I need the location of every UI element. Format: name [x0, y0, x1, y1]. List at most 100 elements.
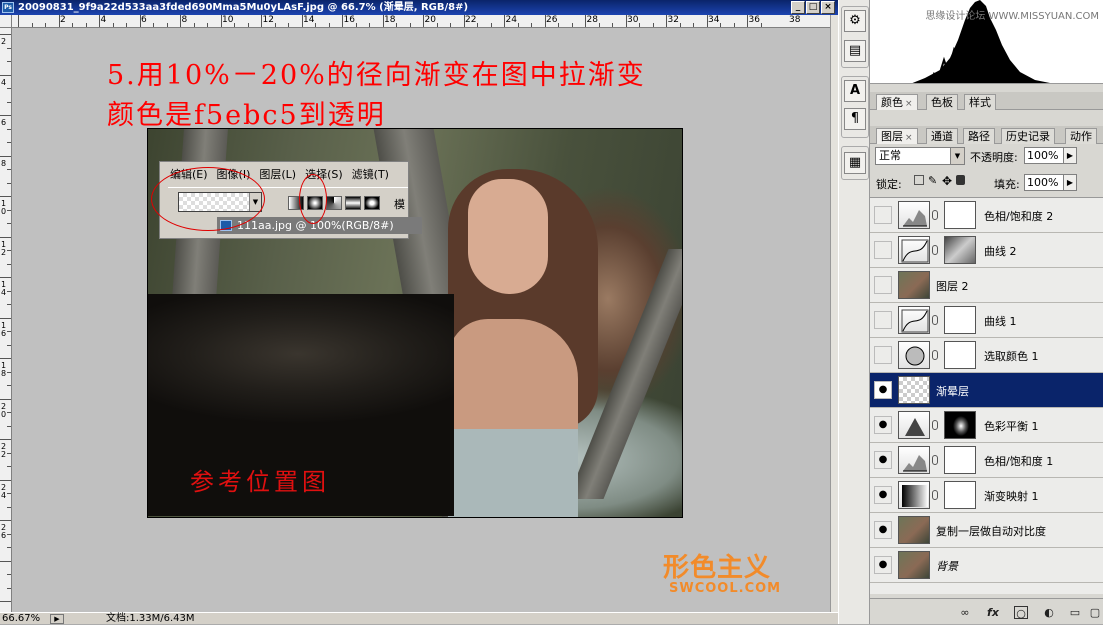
paragraph-panel-icon[interactable]: ¶ — [844, 108, 866, 130]
clone-source-icon[interactable]: ▤ — [844, 40, 866, 62]
opacity-input[interactable]: 100% — [1024, 147, 1064, 164]
tab-label: 动作 — [1070, 130, 1092, 143]
blend-mode-select[interactable]: 正常 ▼ — [875, 147, 965, 165]
layer-mask-thumbnail[interactable] — [944, 411, 976, 439]
ruler-number: 20 — [1, 401, 7, 419]
adjustment-layer-icon[interactable]: ◐ — [1042, 606, 1056, 619]
layer-name: 背景 — [936, 560, 958, 573]
layer-mask-thumbnail[interactable] — [944, 341, 976, 369]
opacity-slider-button[interactable]: ▶ — [1063, 147, 1077, 164]
info-panel-icon[interactable]: ▦ — [844, 152, 866, 174]
tab-actions[interactable]: 动作 — [1065, 128, 1097, 144]
vertical-scrollbar[interactable] — [830, 15, 838, 612]
layer-thumbnail[interactable] — [898, 271, 930, 299]
layer-row[interactable]: ● 色相/饱和度 1 — [870, 443, 1103, 478]
layer-thumbnail[interactable] — [898, 551, 930, 579]
horizontal-ruler[interactable]: 2 4 6 8 10 12 14 16 18 20 22 24 26 28 30 32 34 36 38 — [12, 15, 830, 28]
close-icon[interactable]: × — [905, 99, 913, 109]
logo-url: SWCOOL.COM — [669, 581, 782, 596]
close-button[interactable]: × — [821, 1, 835, 14]
brush-preset-icon[interactable]: ⚙ — [844, 10, 866, 32]
document-titlebar[interactable]: Ps 20090831_9f9a22d533aa3fded690Mma5Mu0y… — [0, 0, 838, 15]
layer-row[interactable]: ● 渐变映射 1 — [870, 478, 1103, 513]
adjustment-icon[interactable] — [898, 201, 930, 229]
eye-icon[interactable]: ● — [874, 416, 892, 434]
link-icon[interactable] — [932, 350, 938, 360]
ruler-tick — [0, 398, 11, 400]
character-panel-icon[interactable]: A — [844, 80, 866, 102]
eye-icon[interactable]: ● — [874, 521, 892, 539]
eye-icon[interactable]: ● — [874, 451, 892, 469]
layer-row[interactable]: ● 背景 — [870, 548, 1103, 583]
tab-paths[interactable]: 路径 — [963, 128, 995, 144]
layer-mask-thumbnail[interactable] — [944, 446, 976, 474]
zoom-level[interactable]: 66.67% — [2, 613, 40, 625]
layer-row[interactable]: 图层 2 — [870, 268, 1103, 303]
ruler-origin[interactable] — [0, 15, 12, 28]
visibility-toggle[interactable] — [874, 276, 892, 294]
tab-swatches[interactable]: 色板 — [926, 94, 958, 110]
lock-transparent-icon[interactable] — [914, 175, 924, 185]
layer-mask-thumbnail[interactable] — [944, 201, 976, 229]
adjustment-icon[interactable] — [898, 481, 930, 509]
eye-icon[interactable]: ● — [874, 556, 892, 574]
eye-icon[interactable]: ● — [874, 486, 892, 504]
layer-mask-thumbnail[interactable] — [944, 306, 976, 334]
ruler-tick — [0, 115, 11, 116]
layer-name: 渐晕层 — [936, 385, 969, 398]
new-group-icon[interactable]: ▭ — [1068, 606, 1082, 619]
layers-list[interactable]: 色相/饱和度 2 曲线 2 图层 2 曲线 1 选取颜色 1 ● 渐晕层 ● 色彩平衡 1 ● 色相… — [870, 197, 1103, 594]
status-menu-icon[interactable]: ▶ — [50, 614, 64, 624]
ruler-tick — [355, 23, 357, 27]
link-icon[interactable] — [932, 210, 938, 220]
lock-all-icon[interactable] — [956, 175, 965, 185]
tutorial-caption-line1: 5.用10%－20%的径向渐变在图中拉渐变 — [107, 60, 646, 91]
link-layers-icon[interactable]: ∞ — [958, 606, 972, 619]
close-icon[interactable]: × — [905, 133, 913, 143]
ruler-tick — [693, 23, 694, 27]
tab-styles[interactable]: 样式 — [964, 94, 996, 110]
layer-row[interactable]: 色相/饱和度 2 — [870, 198, 1103, 233]
visibility-toggle[interactable] — [874, 346, 892, 364]
new-layer-icon[interactable]: ▢ — [1088, 606, 1102, 619]
adjustment-icon[interactable] — [898, 236, 930, 264]
logo-text: 形色主义 — [663, 553, 772, 583]
tab-layers[interactable]: 图层 × — [876, 128, 918, 144]
tab-history[interactable]: 历史记录 — [1001, 128, 1055, 144]
link-icon[interactable] — [932, 420, 938, 430]
fx-icon[interactable]: fx — [986, 606, 1000, 619]
link-icon[interactable] — [932, 490, 938, 500]
maximize-button[interactable]: □ — [806, 1, 820, 14]
link-icon[interactable] — [932, 245, 938, 255]
visibility-toggle[interactable] — [874, 311, 892, 329]
fill-input[interactable]: 100% — [1024, 174, 1064, 191]
layer-row[interactable]: 曲线 2 — [870, 233, 1103, 268]
layer-mask-thumbnail[interactable] — [944, 236, 976, 264]
eye-icon[interactable]: ● — [874, 381, 892, 399]
tab-channels[interactable]: 通道 — [926, 128, 958, 144]
canvas-area[interactable]: 5.用10%－20%的径向渐变在图中拉渐变 颜色是f5ebc5到透明 参考位置图… — [13, 29, 830, 612]
layer-row[interactable]: ● 色彩平衡 1 — [870, 408, 1103, 443]
fill-slider-button[interactable]: ▶ — [1063, 174, 1077, 191]
layer-row[interactable]: 选取颜色 1 — [870, 338, 1103, 373]
link-icon[interactable] — [932, 315, 938, 325]
adjustment-icon[interactable] — [898, 411, 930, 439]
adjustment-icon[interactable] — [898, 446, 930, 474]
layer-row[interactable]: ● 复制一层做自动对比度 — [870, 513, 1103, 548]
adjustment-icon[interactable] — [898, 306, 930, 334]
layer-mask-thumbnail[interactable] — [944, 481, 976, 509]
minimize-button[interactable]: _ — [791, 1, 805, 14]
tab-color[interactable]: 颜色 × — [876, 94, 918, 110]
visibility-toggle[interactable] — [874, 241, 892, 259]
layer-thumbnail[interactable] — [898, 376, 930, 404]
lock-paint-icon[interactable]: ✎ — [928, 174, 937, 187]
visibility-toggle[interactable] — [874, 206, 892, 224]
layer-row[interactable]: 曲线 1 — [870, 303, 1103, 338]
add-mask-icon[interactable]: ○ — [1014, 606, 1028, 620]
vertical-ruler[interactable]: 2 4 6 8 10 12 14 16 18 20 22 24 26 — [0, 28, 12, 612]
adjustment-icon[interactable] — [898, 341, 930, 369]
layer-row[interactable]: ● 渐晕层 — [870, 373, 1103, 408]
link-icon[interactable] — [932, 455, 938, 465]
lock-move-icon[interactable]: ✥ — [942, 174, 952, 188]
layer-thumbnail[interactable] — [898, 516, 930, 544]
